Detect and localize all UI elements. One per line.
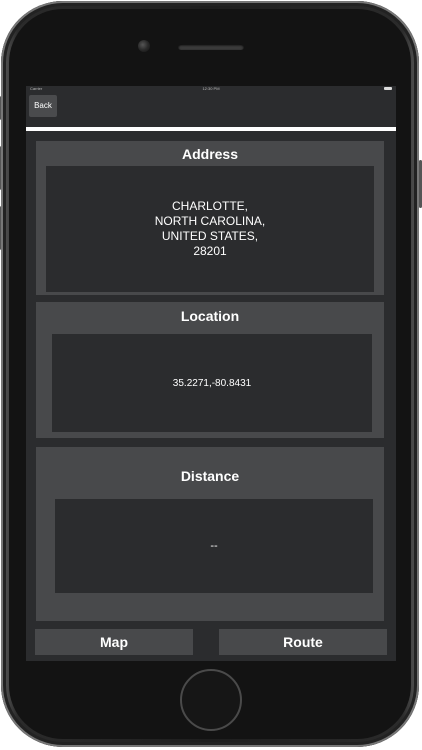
front-camera [138,40,150,52]
map-button[interactable]: Map [35,629,193,655]
address-value: CHARLOTTE, NORTH CAROLINA, UNITED STATES… [154,199,266,258]
address-section: Address CHARLOTTE, NORTH CAROLINA, UNITE… [36,141,384,295]
home-button[interactable] [180,669,242,731]
phone-frame: Carrier 12:30 PM Back Address CHARLOTTE,… [0,0,422,750]
distance-section: Distance -- [36,447,384,621]
location-section: Location 35.2271,-80.8431 [36,302,384,438]
navigation-bar: Back [26,92,396,128]
earpiece-speaker [178,44,244,50]
back-button[interactable]: Back [29,95,57,117]
location-value: 35.2271,-80.8431 [172,377,252,389]
status-time: 12:30 PM [202,86,220,91]
battery-icon [384,87,392,90]
app-screen: Carrier 12:30 PM Back Address CHARLOTTE,… [26,86,396,661]
distance-box: -- [55,499,373,593]
nav-divider [26,127,396,131]
distance-value: -- [210,540,218,552]
location-box: 35.2271,-80.8431 [52,334,372,432]
location-title: Location [180,308,240,324]
route-button[interactable]: Route [219,629,387,655]
address-box: CHARLOTTE, NORTH CAROLINA, UNITED STATES… [46,166,374,292]
distance-title: Distance [180,468,240,484]
address-title: Address [181,146,239,162]
